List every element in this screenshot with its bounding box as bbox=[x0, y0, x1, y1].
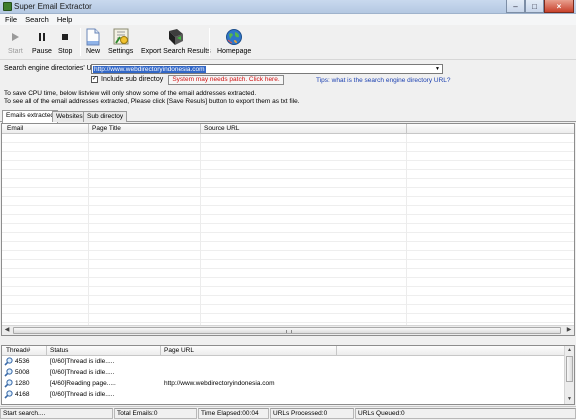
toolbar: Start Pause Stop New Settings Export Sea… bbox=[0, 25, 576, 60]
tab-websites[interactable]: Websites bbox=[52, 111, 87, 122]
scrollbar-thumb[interactable] bbox=[566, 356, 573, 382]
menu-bar: File Search Help bbox=[0, 14, 576, 25]
thread-status: [0/60]Thread is idle..... bbox=[50, 391, 115, 398]
thread-status: [0/60]Thread is idle..... bbox=[50, 369, 115, 376]
maximize-button[interactable]: □ bbox=[525, 0, 544, 13]
column-thread[interactable]: Thread# bbox=[6, 347, 30, 354]
column-divider[interactable] bbox=[88, 124, 89, 134]
status-total-emails: Total Emails:0 bbox=[114, 408, 197, 419]
menu-search[interactable]: Search bbox=[25, 15, 49, 24]
column-page-title[interactable]: Page Title bbox=[92, 125, 121, 132]
new-document-icon bbox=[86, 28, 100, 46]
thread-id: 4536 bbox=[15, 358, 30, 365]
listview-header: Email Page Title Source URL bbox=[2, 124, 574, 134]
pause-icon bbox=[36, 28, 48, 46]
include-sub-checkbox[interactable]: ✓ bbox=[91, 76, 98, 83]
menu-help[interactable]: Help bbox=[57, 15, 72, 24]
magnifier-icon bbox=[4, 379, 13, 388]
search-settings-panel: Search engine directories' URL: http://w… bbox=[0, 60, 576, 110]
emails-listview[interactable]: Email Page Title Source URL ◀ ▶ bbox=[1, 123, 575, 336]
status-urls-queued: URLs Queued:0 bbox=[355, 408, 576, 419]
results-tabs: Emails extracted Websites Sub directoy bbox=[0, 110, 576, 123]
thread-status: [0/60]Thread is idle..... bbox=[50, 358, 115, 365]
column-divider[interactable] bbox=[160, 346, 161, 356]
stop-icon bbox=[59, 28, 71, 46]
column-divider[interactable] bbox=[200, 124, 201, 134]
info-text-line1: To save CPU time, below listview will on… bbox=[4, 90, 257, 97]
column-email[interactable]: Email bbox=[7, 125, 23, 132]
export-results-button[interactable]: Export Search Results bbox=[141, 28, 211, 55]
threads-header: Thread# Status Page URL bbox=[2, 346, 574, 356]
pane-splitter[interactable] bbox=[0, 336, 576, 345]
column-divider[interactable] bbox=[336, 346, 337, 356]
column-divider[interactable] bbox=[406, 124, 407, 134]
window-controls: – □ × bbox=[506, 0, 574, 13]
thread-row[interactable]: 4536 [0/60]Thread is idle..... bbox=[2, 356, 574, 367]
play-icon bbox=[9, 28, 21, 46]
column-divider[interactable] bbox=[46, 346, 47, 356]
window-title: Super Email Extractor bbox=[14, 2, 92, 11]
column-status[interactable]: Status bbox=[50, 347, 68, 354]
grid-column-line bbox=[406, 134, 407, 326]
tab-emails-extracted[interactable]: Emails extracted bbox=[2, 110, 59, 123]
thread-url: http://www.webdirectoryindonesia.com bbox=[164, 380, 275, 387]
info-text-line2: To see all of the email addresses extrac… bbox=[4, 98, 300, 105]
scroll-up-icon[interactable]: ▲ bbox=[565, 346, 574, 355]
column-page-url[interactable]: Page URL bbox=[164, 347, 194, 354]
status-bar: Start search.... Total Emails:0 Time Ela… bbox=[0, 406, 576, 420]
tips-link[interactable]: Tips: what is the search engine director… bbox=[316, 77, 451, 84]
thread-row[interactable]: 4168 [0/60]Thread is idle..... bbox=[2, 389, 574, 400]
minimize-button[interactable]: – bbox=[506, 0, 525, 13]
menu-file[interactable]: File bbox=[5, 15, 17, 24]
status-state: Start search.... bbox=[0, 408, 113, 419]
thread-status: [4/60]Reading page..... bbox=[50, 380, 116, 387]
close-button[interactable]: × bbox=[544, 0, 574, 13]
thread-id: 4168 bbox=[15, 391, 30, 398]
chevron-down-icon[interactable]: ▼ bbox=[433, 65, 442, 73]
thread-row[interactable]: 5008 [0/60]Thread is idle..... bbox=[2, 367, 574, 378]
scroll-right-icon[interactable]: ▶ bbox=[564, 326, 574, 335]
pause-button[interactable]: Pause bbox=[32, 28, 52, 55]
include-sub-label: Include sub directoy bbox=[101, 76, 164, 83]
start-button[interactable]: Start bbox=[8, 28, 23, 55]
grip-icon bbox=[286, 330, 292, 333]
magnifier-icon bbox=[4, 368, 13, 377]
horizontal-scrollbar[interactable]: ◀ ▶ bbox=[2, 325, 574, 335]
url-input-value: http://www.webdirectoryindonesia.com bbox=[93, 66, 206, 73]
toolbar-separator bbox=[209, 28, 210, 56]
thread-id: 1280 bbox=[15, 380, 30, 387]
url-label: Search engine directories' URL: bbox=[4, 65, 103, 72]
scroll-down-icon[interactable]: ▼ bbox=[565, 395, 574, 404]
stop-button[interactable]: Stop bbox=[58, 28, 72, 55]
vertical-scrollbar[interactable]: ▲ ▼ bbox=[564, 346, 574, 404]
homepage-button[interactable]: Homepage bbox=[217, 28, 251, 55]
new-button[interactable]: New bbox=[86, 28, 100, 55]
magnifier-icon bbox=[4, 357, 13, 366]
thread-row[interactable]: 1280 [4/60]Reading page..... http://www.… bbox=[2, 378, 574, 389]
tab-sub-directory[interactable]: Sub directoy bbox=[83, 111, 128, 122]
settings-icon bbox=[111, 28, 131, 46]
export-icon bbox=[166, 28, 186, 46]
url-input[interactable]: http://www.webdirectoryindonesia.com ▼ bbox=[91, 64, 443, 74]
status-urls-processed: URLs Processed:0 bbox=[270, 408, 354, 419]
grid-column-line bbox=[88, 134, 89, 326]
settings-button[interactable]: Settings bbox=[108, 28, 133, 55]
threads-listview[interactable]: Thread# Status Page URL 4536 [0/60]Threa… bbox=[1, 345, 575, 405]
toolbar-separator bbox=[80, 28, 81, 56]
grid-column-line bbox=[200, 134, 201, 326]
patch-button[interactable]: System may needs patch. Click here. bbox=[168, 75, 284, 85]
scrollbar-thumb[interactable] bbox=[13, 327, 561, 334]
scroll-left-icon[interactable]: ◀ bbox=[2, 326, 12, 335]
thread-id: 5008 bbox=[15, 369, 30, 376]
status-elapsed: Time Elapsed:00:04 bbox=[198, 408, 269, 419]
column-source-url[interactable]: Source URL bbox=[204, 125, 239, 132]
homepage-icon bbox=[225, 28, 243, 46]
title-bar: Super Email Extractor – □ × bbox=[0, 0, 576, 14]
magnifier-icon bbox=[4, 390, 13, 399]
app-icon bbox=[3, 2, 12, 11]
